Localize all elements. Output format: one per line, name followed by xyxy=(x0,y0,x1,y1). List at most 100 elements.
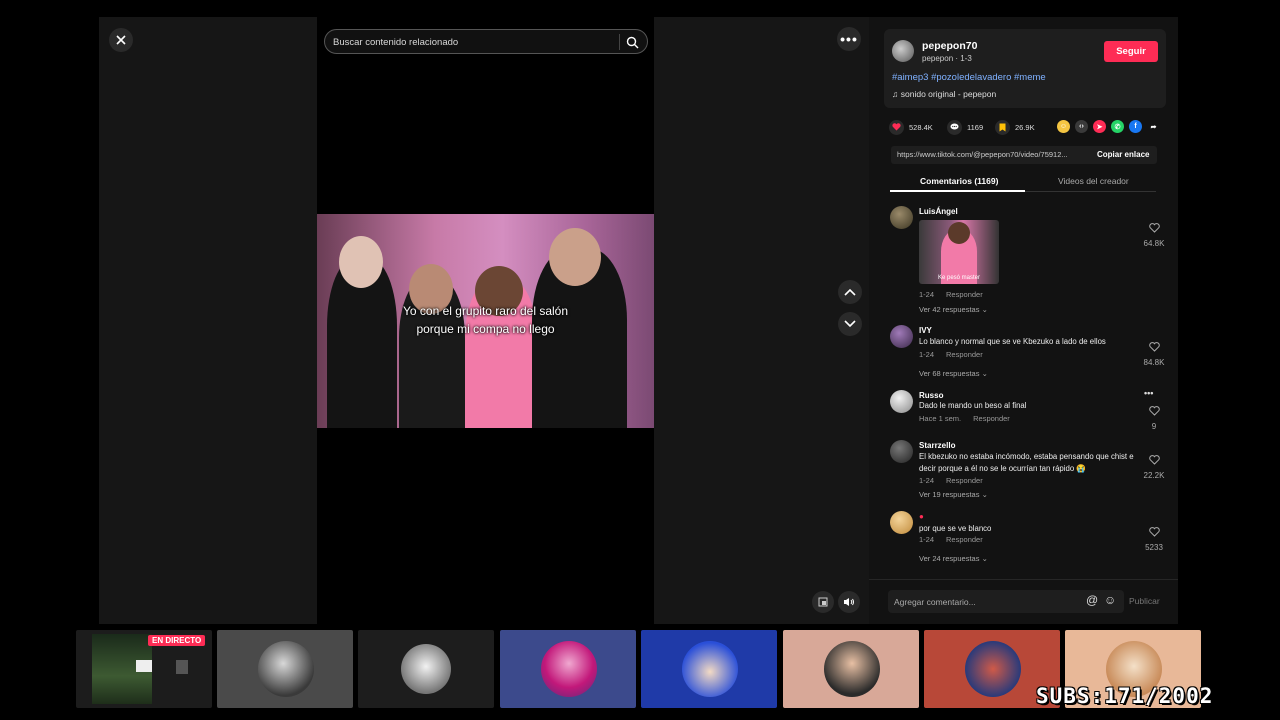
reply-button[interactable]: Responder xyxy=(946,535,983,544)
heart-outline-icon xyxy=(1148,223,1160,233)
comment-gif[interactable]: Ke pesó master xyxy=(919,220,999,284)
comment-time: 1-24 xyxy=(919,476,935,485)
share-icon[interactable]: ➦ xyxy=(1147,120,1160,133)
comment-input[interactable] xyxy=(894,594,1074,609)
view-replies-button[interactable]: Ver 24 respuestas ⌄ xyxy=(919,554,988,563)
comment-meta: 1-24 Responder xyxy=(919,476,983,485)
reply-button[interactable]: Responder xyxy=(946,350,983,359)
comment-count: 1169 xyxy=(967,122,984,132)
more-options-button[interactable]: ••• xyxy=(837,27,861,51)
facebook-icon[interactable]: f xyxy=(1129,120,1142,133)
creator-tile[interactable] xyxy=(217,630,353,708)
hashtags[interactable]: #aimep3 #pozoledelavadero #meme xyxy=(892,72,1046,83)
creator-tile[interactable] xyxy=(783,630,919,708)
heart-outline-icon xyxy=(1148,455,1160,465)
comment-icon xyxy=(947,119,962,135)
stats-row: 528.4K 1169 26.9K ☺ ‹› ➤ ✆ f ➦ xyxy=(889,118,1169,138)
panel-tabs: Comentarios (1169) Videos del creador xyxy=(890,172,1156,192)
video-caption: Yo con el grupito raro del salón porque … xyxy=(317,302,654,338)
reply-button[interactable]: Responder xyxy=(973,414,1010,423)
comment-composer: @ ☺ Publicar xyxy=(869,579,1178,624)
emoji-icon[interactable]: ☺ xyxy=(1104,593,1116,607)
avatar[interactable] xyxy=(890,325,913,348)
publish-button[interactable]: Publicar xyxy=(1129,596,1160,606)
save-stat[interactable]: 26.9K xyxy=(995,118,1035,136)
creator-tile[interactable] xyxy=(500,630,636,708)
search-input[interactable] xyxy=(333,34,613,50)
comment-like-count: 22.2K xyxy=(1143,471,1165,480)
chevron-down-icon: ⌄ xyxy=(981,369,988,378)
whatsapp-icon[interactable]: ✆ xyxy=(1111,120,1124,133)
follow-button[interactable]: Seguir xyxy=(1104,41,1158,62)
comment-meta: 1-24 Responder xyxy=(919,350,983,359)
like-stat[interactable]: 528.4K xyxy=(889,118,933,136)
reply-button[interactable]: Responder xyxy=(946,476,983,485)
avatar[interactable] xyxy=(890,206,913,229)
comment-like[interactable]: 64.8K xyxy=(1137,220,1171,248)
bookmark-icon xyxy=(995,119,1010,135)
comment-text: Lo blanco y normal que se ve Kbezuko a l… xyxy=(919,337,1106,346)
chevron-down-icon: ⌄ xyxy=(981,490,988,499)
author-username[interactable]: pepepon70 xyxy=(922,40,977,52)
view-replies-label: Ver 24 respuestas xyxy=(919,554,980,563)
avatar xyxy=(965,641,1021,697)
reply-button[interactable]: Responder xyxy=(946,290,983,299)
previous-video-button[interactable] xyxy=(838,280,862,304)
comment-time: 1-24 xyxy=(919,290,935,299)
avatar[interactable] xyxy=(890,440,913,463)
comment-user[interactable]: ● xyxy=(919,512,924,521)
comment-meta: 1-24 Responder xyxy=(919,535,983,544)
comment-like[interactable]: 84.8K xyxy=(1137,339,1171,367)
author-avatar[interactable] xyxy=(892,40,914,62)
view-replies-label: Ver 19 respuestas xyxy=(919,490,980,499)
comment-time: 1-24 xyxy=(919,350,935,359)
close-button[interactable] xyxy=(109,28,133,52)
send-icon[interactable]: ➤ xyxy=(1093,120,1106,133)
sound-row[interactable]: ♫ sonido original - pepepon xyxy=(892,89,996,99)
sound-name: sonido original - pepepon xyxy=(900,89,997,99)
comment-user[interactable]: Starrzello xyxy=(919,441,955,450)
video-url[interactable]: https://www.tiktok.com/@pepepon70/video/… xyxy=(897,150,1089,159)
comment-user[interactable]: Russo xyxy=(919,391,943,400)
next-video-button[interactable] xyxy=(838,312,862,336)
chevron-down-icon: ⌄ xyxy=(981,305,988,314)
tab-comments[interactable]: Comentarios (1169) xyxy=(920,176,998,186)
comment-user[interactable]: IVY xyxy=(919,326,932,335)
creator-tile[interactable] xyxy=(641,630,777,708)
view-replies-button[interactable]: Ver 42 respuestas ⌄ xyxy=(919,305,988,314)
search-icon[interactable] xyxy=(625,35,640,50)
embed-icon[interactable]: ‹› xyxy=(1075,120,1088,133)
avatar[interactable] xyxy=(890,511,913,534)
comment-input-wrap[interactable]: @ ☺ xyxy=(888,590,1124,613)
tab-creator-videos[interactable]: Videos del creador xyxy=(1058,176,1129,186)
like-count: 528.4K xyxy=(909,122,933,132)
gif-caption: Ke pesó master xyxy=(937,275,981,281)
chevron-down-icon xyxy=(844,320,856,328)
comment-like[interactable]: 5233 xyxy=(1137,524,1171,552)
comment-options-icon[interactable]: ••• xyxy=(1144,388,1153,398)
view-replies-button[interactable]: Ver 19 respuestas ⌄ xyxy=(919,490,988,499)
comment-user[interactable]: LuisÁngel xyxy=(919,207,958,216)
creator-tile[interactable] xyxy=(358,630,494,708)
comment-meta: 1-24 Responder xyxy=(919,290,983,299)
mini-player-button[interactable] xyxy=(812,591,834,613)
author-subline: pepepon · 1-3 xyxy=(922,54,972,63)
at-icon[interactable]: @ xyxy=(1086,593,1098,607)
copy-link-button[interactable]: Copiar enlace xyxy=(1097,150,1149,159)
comment-stat[interactable]: 1169 xyxy=(947,118,983,136)
avatar[interactable] xyxy=(890,390,913,413)
comment-text: Dado le mando un beso al final xyxy=(919,401,1027,410)
video-player: ••• Yo con el grupito raro del salón por… xyxy=(99,17,869,624)
comment-like[interactable]: 22.2K xyxy=(1137,452,1171,480)
friends-share-icon[interactable]: ☺ xyxy=(1057,120,1070,133)
video-content[interactable]: Yo con el grupito raro del salón porque … xyxy=(317,214,654,428)
comment-list: LuisÁngel Ke pesó master 1-24 Responder V… xyxy=(869,200,1178,574)
chevron-down-icon: ⌄ xyxy=(981,554,988,563)
caption-line: Yo con el grupito raro del salón xyxy=(403,304,568,318)
comment-like[interactable]: 9 xyxy=(1137,403,1171,431)
volume-button[interactable] xyxy=(838,591,860,613)
view-replies-button[interactable]: Ver 68 respuestas ⌄ xyxy=(919,369,988,378)
live-badge: EN DIRECTO xyxy=(148,635,206,646)
related-search[interactable] xyxy=(324,29,648,54)
heart-outline-icon xyxy=(1148,342,1160,352)
